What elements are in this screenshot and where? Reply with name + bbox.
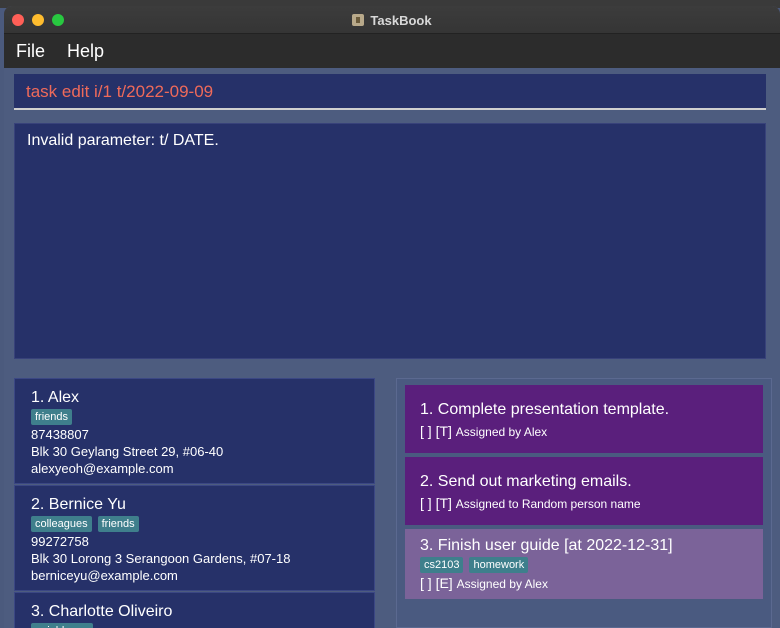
person-card[interactable]: 3. Charlotte Oliveiro neighbours	[14, 592, 375, 628]
command-input[interactable]: task edit i/1 t/2022-09-09	[26, 82, 213, 102]
app-window: TaskBook File Help task edit i/1 t/2022-…	[4, 6, 780, 628]
person-phone: 87438807	[31, 427, 89, 442]
tag: colleagues	[31, 516, 92, 532]
task-assignment: Assigned by Alex	[456, 577, 548, 591]
person-name: 2. Bernice Yu	[31, 496, 126, 513]
command-box[interactable]: task edit i/1 t/2022-09-09	[14, 74, 766, 110]
result-message: Invalid parameter: t/ DATE.	[27, 132, 219, 149]
task-status-line: [ ] [T] Assigned by Alex	[420, 423, 547, 439]
window-title-group: TaskBook	[4, 6, 780, 34]
task-type: [E]	[435, 575, 453, 591]
task-card[interactable]: 2. Send out marketing emails. [ ] [T] As…	[405, 457, 763, 525]
person-address: Blk 30 Lorong 3 Serangoon Gardens, #07-1…	[31, 551, 291, 566]
task-checkbox[interactable]: [ ]	[420, 575, 432, 591]
task-type: [T]	[435, 495, 452, 511]
task-type: [T]	[435, 423, 452, 439]
tag: friends	[31, 409, 73, 425]
task-title: 3. Finish user guide [at 2022-12-31]	[420, 537, 673, 554]
task-assignment: Assigned by Alex	[455, 425, 548, 439]
tag: friends	[97, 516, 139, 532]
person-phone: 99272758	[31, 534, 89, 549]
result-display: Invalid parameter: t/ DATE.	[14, 123, 766, 359]
task-tags: cs2103 homework	[420, 557, 529, 573]
task-title: 2. Send out marketing emails.	[420, 473, 632, 490]
menu-file[interactable]: File	[16, 41, 45, 62]
tag: neighbours	[31, 623, 94, 628]
task-list-panel[interactable]: 1. Complete presentation template. [ ] […	[396, 378, 772, 628]
title-bar[interactable]: TaskBook	[4, 6, 780, 34]
task-checkbox[interactable]: [ ]	[420, 495, 432, 511]
task-status-line: [ ] [E] Assigned by Alex	[420, 575, 548, 591]
person-list-panel[interactable]: 1. Alex friends 87438807 Blk 30 Geylang …	[14, 378, 376, 628]
task-assignment: Assigned to Random person name	[455, 497, 641, 511]
menu-bar: File Help	[4, 34, 780, 68]
task-status-line: [ ] [T] Assigned to Random person name	[420, 495, 641, 511]
app-icon	[352, 14, 365, 26]
task-title: 1. Complete presentation template.	[420, 401, 670, 418]
window-title: TaskBook	[370, 12, 432, 28]
task-card-selected[interactable]: 3. Finish user guide [at 2022-12-31] cs2…	[405, 529, 763, 599]
person-name: 3. Charlotte Oliveiro	[31, 603, 173, 620]
person-tags: colleagues friends	[31, 516, 139, 532]
person-name: 1. Alex	[31, 389, 80, 406]
person-tags: neighbours	[31, 623, 94, 628]
person-email: berniceyu@example.com	[31, 568, 178, 583]
tag: homework	[469, 557, 529, 573]
person-address: Blk 30 Geylang Street 29, #06-40	[31, 444, 224, 459]
task-checkbox[interactable]: [ ]	[420, 423, 432, 439]
tag: cs2103	[420, 557, 464, 573]
person-tags: friends	[31, 409, 73, 425]
person-card[interactable]: 1. Alex friends 87438807 Blk 30 Geylang …	[14, 378, 375, 484]
person-card[interactable]: 2. Bernice Yu colleagues friends 9927275…	[14, 485, 375, 591]
menu-help[interactable]: Help	[67, 41, 104, 62]
person-email: alexyeoh@example.com	[31, 461, 174, 476]
task-card[interactable]: 1. Complete presentation template. [ ] […	[405, 385, 763, 453]
